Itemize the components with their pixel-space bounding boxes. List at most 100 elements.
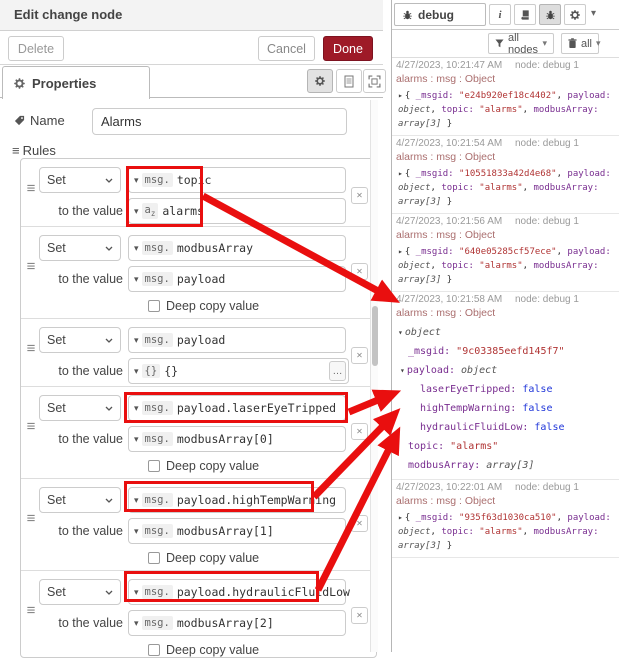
funnel-icon xyxy=(495,39,504,48)
message-node: node: debug 1 xyxy=(515,138,579,149)
deep-copy-checkbox[interactable] xyxy=(148,300,160,312)
msg-type-chip: msg. xyxy=(142,585,173,599)
settings-button[interactable] xyxy=(564,4,586,25)
rule-value-input[interactable]: ▾ az alarms xyxy=(128,198,346,224)
typed-input-chevron-icon[interactable]: ▾ xyxy=(134,403,139,414)
rule-action-select[interactable]: Set xyxy=(39,167,121,193)
rule-action-select[interactable]: Set xyxy=(39,395,121,421)
cancel-button[interactable]: Cancel xyxy=(258,36,315,61)
message-timestamp: 4/27/2023, 10:21:47 AM xyxy=(396,60,502,71)
message-payload[interactable]: ▸{ _msgid: "10551833a42d4e68", payload:o… xyxy=(396,167,617,209)
typed-input-chevron-icon[interactable]: ▾ xyxy=(134,618,139,629)
caret-icon[interactable]: ▸ xyxy=(398,513,403,522)
info-button[interactable]: i xyxy=(489,4,511,25)
expand-dialog-button[interactable] xyxy=(363,69,386,93)
delete-button[interactable]: Delete xyxy=(8,36,64,61)
to-the-value-label: to the value xyxy=(21,266,123,292)
deep-copy-checkbox[interactable] xyxy=(148,552,160,564)
rule-property-value: topic xyxy=(177,173,212,187)
caret-icon[interactable]: ▾ xyxy=(400,366,405,375)
rule-value-input[interactable]: ▾ msg. modbusArray[2] xyxy=(128,610,346,636)
name-input[interactable] xyxy=(92,108,347,135)
help-button[interactable] xyxy=(514,4,536,25)
deep-copy-row: Deep copy value xyxy=(148,298,259,313)
sidebar-menu-chevron[interactable]: ▾ xyxy=(591,8,596,19)
typed-input-chevron-icon[interactable]: ▾ xyxy=(134,243,139,254)
rule-value-input[interactable]: ▾ msg. payload xyxy=(128,266,346,292)
rule-property-input[interactable]: ▾ msg. modbusArray xyxy=(128,235,346,261)
typed-input-chevron-icon[interactable]: ▾ xyxy=(134,587,139,598)
filter-nodes-button[interactable]: all nodes ▾ xyxy=(488,33,554,54)
properties-view-button[interactable] xyxy=(307,69,333,93)
message-payload[interactable]: ▸{ _msgid: "640e05285cf57ece", payload:o… xyxy=(396,245,617,287)
rule-property-input[interactable]: ▾ msg. topic xyxy=(128,167,346,193)
rule-value-input[interactable]: ▾ msg. modbusArray[0] xyxy=(128,426,346,452)
typed-input-chevron-icon[interactable]: ▾ xyxy=(134,206,139,217)
tab-properties-label: Properties xyxy=(32,76,96,91)
message-header: 4/27/2023, 10:21:56 AM node: debug 1 xyxy=(396,216,617,227)
delete-rule-button[interactable]: ✕ xyxy=(351,423,368,440)
debug-message[interactable]: 4/27/2023, 10:21:54 AM node: debug 1 ala… xyxy=(392,136,619,214)
typed-input-chevron-icon[interactable]: ▾ xyxy=(134,366,139,377)
chevron-down-icon xyxy=(105,338,113,343)
delete-rule-button[interactable]: ✕ xyxy=(351,347,368,364)
rule-action-select[interactable]: Set xyxy=(39,327,121,353)
rule-property-input[interactable]: ▾ msg. payload xyxy=(128,327,346,353)
message-header: 4/27/2023, 10:21:54 AM node: debug 1 xyxy=(396,138,617,149)
typed-input-chevron-icon[interactable]: ▾ xyxy=(134,526,139,537)
rule-action-select[interactable]: Set xyxy=(39,579,121,605)
rule-value-input[interactable]: ▾ msg. modbusArray[1] xyxy=(128,518,346,544)
clear-messages-button[interactable]: all ▾ xyxy=(561,33,599,54)
delete-rule-button[interactable]: ✕ xyxy=(351,263,368,280)
done-button[interactable]: Done xyxy=(323,36,373,61)
delete-rule-button[interactable]: ✕ xyxy=(351,187,368,204)
to-the-value-label: to the value xyxy=(21,518,123,544)
caret-icon[interactable]: ▾ xyxy=(398,328,403,337)
expand-editor-button[interactable]: … xyxy=(329,361,346,381)
debug-message[interactable]: 4/27/2023, 10:21:56 AM node: debug 1 ala… xyxy=(392,214,619,292)
deep-copy-checkbox[interactable] xyxy=(148,644,160,656)
rule-action-select[interactable]: Set xyxy=(39,235,121,261)
message-payload[interactable]: ▸{ _msgid: "e24b920ef18c4402", payload:o… xyxy=(396,89,617,131)
rule-value-input[interactable]: ▾ {} {} … xyxy=(128,358,349,384)
message-payload[interactable]: ▸{ _msgid: "935f63d1030ca510", payload:o… xyxy=(396,511,617,553)
typed-input-chevron-icon[interactable]: ▾ xyxy=(134,434,139,445)
caret-icon[interactable]: ▸ xyxy=(398,247,403,256)
caret-icon[interactable]: ▸ xyxy=(398,91,403,100)
change-rule: ≡ Set ▾ msg. topic to the value ▾ az ala… xyxy=(21,159,376,227)
message-node: node: debug 1 xyxy=(515,294,579,305)
caret-icon[interactable]: ▸ xyxy=(398,169,403,178)
rule-property-input[interactable]: ▾ msg. payload.highTempWarning xyxy=(128,487,346,513)
message-payload[interactable]: ▾object_msgid: "9c03385eefd145f7"▾payloa… xyxy=(396,323,617,475)
description-button[interactable] xyxy=(336,69,362,93)
debug-message[interactable]: 4/27/2023, 10:21:58 AM node: debug 1 ala… xyxy=(392,292,619,480)
rule-property-input[interactable]: ▾ msg. payload.hydraulicFluidLow xyxy=(128,579,346,605)
rule-action-select[interactable]: Set xyxy=(39,487,121,513)
chevron-down-icon: ▾ xyxy=(542,38,547,49)
msg-type-chip: msg. xyxy=(142,401,173,415)
message-meta: alarms : msg : Object xyxy=(396,229,617,241)
delete-rule-button[interactable]: ✕ xyxy=(351,515,368,532)
rule-property-input[interactable]: ▾ msg. payload.laserEyeTripped xyxy=(128,395,346,421)
drag-handle-icon[interactable]: ≡ xyxy=(23,180,39,197)
deep-copy-label: Deep copy value xyxy=(166,551,259,565)
drag-handle-icon[interactable]: ≡ xyxy=(23,340,39,357)
debug-filter-bar: all nodes ▾ all ▾ xyxy=(392,30,619,58)
typed-input-chevron-icon[interactable]: ▾ xyxy=(134,335,139,346)
typed-input-chevron-icon[interactable]: ▾ xyxy=(134,175,139,186)
debug-message[interactable]: 4/27/2023, 10:21:47 AM node: debug 1 ala… xyxy=(392,58,619,136)
deep-copy-label: Deep copy value xyxy=(166,299,259,313)
debug-message[interactable]: 4/27/2023, 10:22:01 AM node: debug 1 ala… xyxy=(392,480,619,558)
dialog-scrollbar[interactable] xyxy=(370,100,378,652)
typed-input-chevron-icon[interactable]: ▾ xyxy=(134,495,139,506)
scrollbar-thumb[interactable] xyxy=(372,306,378,366)
edit-change-node-dialog: Edit change node Delete Cancel Done Prop… xyxy=(0,0,383,652)
tab-properties[interactable]: Properties xyxy=(2,66,150,99)
dialog-title: Edit change node xyxy=(0,0,383,31)
typed-input-chevron-icon[interactable]: ▾ xyxy=(134,274,139,285)
debug-messages-button[interactable] xyxy=(539,4,561,25)
gear-icon xyxy=(569,9,581,21)
tab-debug[interactable]: debug xyxy=(394,3,486,26)
delete-rule-button[interactable]: ✕ xyxy=(351,607,368,624)
deep-copy-checkbox[interactable] xyxy=(148,460,160,472)
